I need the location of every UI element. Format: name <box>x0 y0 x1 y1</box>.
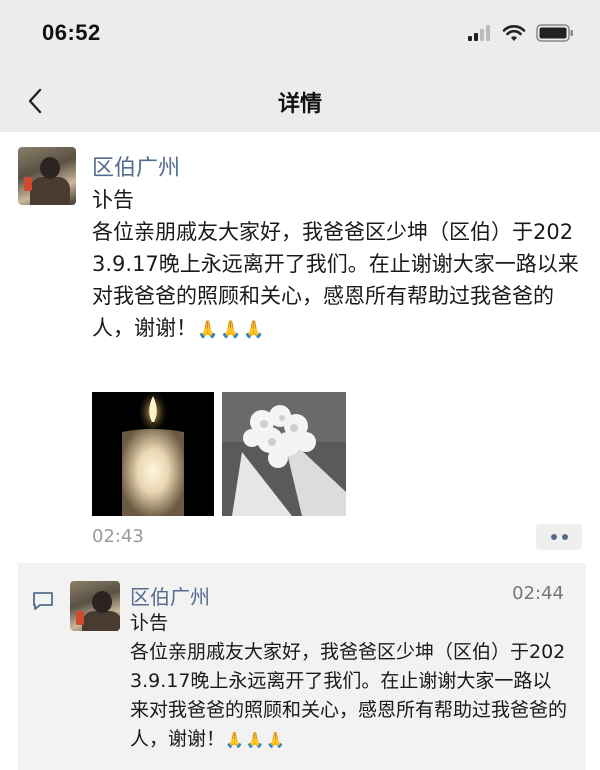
comment-author-name[interactable]: 区伯广州 <box>130 581 210 610</box>
battery-icon <box>536 24 573 42</box>
comment-body: 讣告 各位亲朋戚友大家好，我爸爸区少坤（区伯）于2023.9.17晚上永远离开了… <box>130 612 568 750</box>
praying-hands-emoji: 🙏🙏🙏 <box>225 731 288 749</box>
comment-time: 02:44 <box>512 583 564 604</box>
post-image-flowers[interactable] <box>222 392 346 516</box>
status-bar: 06:52 <box>0 0 600 70</box>
comment-text[interactable]: 讣告 各位亲朋戚友大家好，我爸爸区少坤（区伯）于2023.9.17晚上永远离开了… <box>130 609 570 755</box>
post-body: 讣告 各位亲朋戚友大家好，我爸爸区少坤（区伯）于2023.9.17晚上永远离开了… <box>92 188 579 340</box>
comment-bubble-icon <box>33 592 53 610</box>
post-text: 讣告 各位亲朋戚友大家好，我爸爸区少坤（区伯）于2023.9.17晚上永远离开了… <box>92 184 587 346</box>
author-avatar[interactable] <box>18 147 76 205</box>
page-title: 详情 <box>277 92 322 117</box>
post-time: 02:43 <box>92 526 144 547</box>
nav-bar: 详情 <box>0 70 600 132</box>
praying-hands-emoji: 🙏🙏🙏 <box>197 320 267 340</box>
comment-section: 区伯广州 02:44 讣告 各位亲朋戚友大家好，我爸爸区少坤（区伯）于2023.… <box>18 563 586 770</box>
wifi-icon <box>502 25 526 41</box>
commenter-avatar[interactable] <box>70 581 120 631</box>
moment-post: 区伯广州 讣告 各位亲朋戚友大家好，我爸爸区少坤（区伯）于2023.9.17晚上… <box>0 132 600 557</box>
more-options-button[interactable] <box>536 524 582 550</box>
status-time: 06:52 <box>42 20 101 45</box>
post-author-name[interactable]: 区伯广州 <box>92 150 180 182</box>
cellular-signal-icon <box>468 25 490 41</box>
system-icons <box>468 24 574 42</box>
more-dots-icon <box>550 534 557 540</box>
post-image-candle[interactable] <box>92 392 214 516</box>
